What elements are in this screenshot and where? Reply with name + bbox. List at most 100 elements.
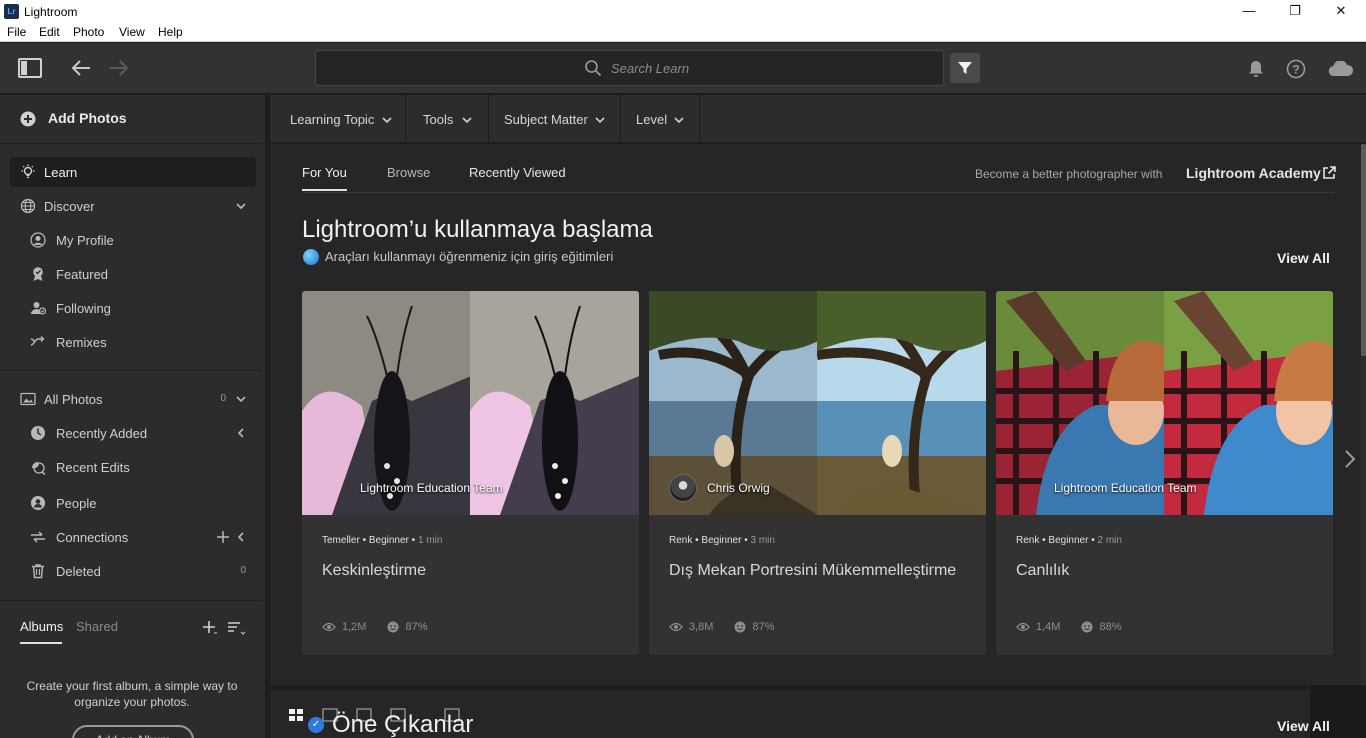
add-album-button[interactable]: Add an Album — [72, 725, 194, 738]
highlights-view-all-button[interactable]: View All — [1277, 718, 1330, 734]
filter-tools[interactable]: Tools — [407, 95, 489, 143]
sort-icon[interactable] — [227, 620, 245, 636]
sidebar-item-learn[interactable]: Learn — [10, 157, 256, 187]
eye-icon — [669, 622, 683, 632]
albums-tabs: Albums Shared — [0, 607, 266, 647]
sidebar-item-connections[interactable]: Connections — [10, 522, 256, 552]
card-topic: Renk — [669, 535, 693, 546]
sidebar-item-label: All Photos — [44, 392, 103, 407]
edit-icon — [32, 462, 46, 475]
sidebar-item-recent-edits[interactable]: Recent Edits — [10, 452, 256, 482]
card-views: 1,2M — [342, 621, 367, 634]
cloud-sync-icon[interactable] — [1328, 61, 1354, 77]
sidebar-item-label: My Profile — [56, 233, 114, 248]
menu-photo[interactable]: Photo — [73, 25, 104, 39]
chevron-left-icon[interactable] — [234, 530, 248, 544]
chevron-down-icon[interactable] — [234, 199, 248, 213]
card-level: Beginner — [701, 535, 742, 546]
menu-help[interactable]: Help — [158, 25, 183, 39]
carousel-next-icon[interactable] — [1340, 447, 1360, 471]
tutorial-card[interactable]: Lightroom Education Team Temeller • Begi… — [302, 291, 639, 655]
chevron-down-icon — [674, 117, 684, 124]
sidebar-item-discover[interactable]: Discover — [10, 191, 256, 221]
highlights-title: Öne Çıkanlar — [332, 711, 474, 738]
chevron-left-icon[interactable] — [234, 426, 248, 440]
minimize-button[interactable]: — — [1226, 0, 1272, 23]
tabs-divider — [302, 192, 1334, 193]
back-arrow-icon[interactable] — [71, 59, 91, 77]
card-title: Keskinleştirme — [322, 562, 427, 579]
menu-edit[interactable]: Edit — [39, 25, 60, 39]
chevron-down-icon — [462, 117, 472, 124]
tutorial-card[interactable]: Chris Orwig Renk • Beginner • 3 min Dış … — [649, 291, 986, 655]
tutorial-card[interactable]: Lightroom Education Team Renk • Beginner… — [996, 291, 1333, 655]
sidebar-item-label: People — [56, 496, 97, 511]
smiley-icon — [1081, 621, 1093, 633]
help-icon[interactable]: ? — [1286, 59, 1306, 79]
maximize-button[interactable]: ❐ — [1272, 0, 1318, 23]
search-box[interactable] — [315, 50, 944, 86]
scrollbar-thumb[interactable] — [1361, 144, 1366, 356]
tab-shared[interactable]: Shared — [76, 619, 118, 634]
menu-file[interactable]: File — [7, 25, 26, 39]
filter-level[interactable]: Level — [622, 95, 700, 143]
sidebar-item-label: Discover — [44, 199, 95, 214]
sidebar-item-following[interactable]: Following — [10, 293, 256, 323]
tab-albums[interactable]: Albums — [20, 619, 63, 634]
filter-bar: Learning Topic Tools Subject Matter Leve… — [270, 95, 1366, 143]
tab-browse[interactable]: Browse — [387, 165, 430, 180]
external-link-icon[interactable] — [1322, 166, 1336, 180]
sidebar-item-remixes[interactable]: Remixes — [10, 327, 256, 357]
sidebar-item-label: Connections — [56, 530, 129, 545]
sidebar-item-label: Featured — [56, 267, 109, 282]
sidebar-item-featured[interactable]: Featured — [10, 259, 256, 289]
notifications-bell-icon[interactable] — [1247, 60, 1265, 78]
card-duration: 2 min — [1097, 535, 1122, 546]
award-icon — [33, 267, 43, 281]
menu-view[interactable]: View — [119, 25, 145, 39]
section-title: Lightroom’u kullanmaya başlama — [302, 216, 653, 243]
search-icon — [585, 60, 602, 77]
add-album-icon[interactable] — [202, 620, 218, 636]
view-all-button[interactable]: View All — [1277, 250, 1330, 266]
sidebar-item-label: Following — [56, 301, 111, 316]
close-button[interactable]: ✕ — [1318, 0, 1364, 23]
chevron-down-icon[interactable] — [234, 392, 248, 406]
top-toolbar: ? — [0, 43, 1366, 94]
card-author[interactable]: Lightroom Education Team — [360, 481, 503, 495]
filter-button[interactable] — [950, 53, 980, 83]
card-author[interactable]: Lightroom Education Team — [1054, 481, 1197, 495]
funnel-icon — [958, 62, 972, 74]
tab-recently-viewed[interactable]: Recently Viewed — [469, 165, 566, 180]
tab-for-you[interactable]: For You — [302, 165, 347, 180]
sidebar-item-recently-added[interactable]: Recently Added — [10, 418, 256, 448]
card-author[interactable]: Chris Orwig — [707, 481, 770, 495]
sidebar-item-label: Learn — [44, 165, 78, 180]
lightroom-academy-link[interactable]: Lightroom Academy — [1186, 165, 1321, 181]
search-input[interactable] — [611, 57, 911, 79]
filter-label: Learning Topic — [290, 112, 375, 127]
add-photos-button[interactable]: Add Photos — [0, 95, 266, 142]
following-icon — [31, 302, 46, 315]
chevron-down-icon — [595, 117, 605, 124]
card-meta: Renk • Beginner • 3 min — [669, 535, 775, 546]
add-connection-icon[interactable] — [216, 530, 230, 544]
panel-toggle-icon[interactable] — [18, 58, 42, 78]
sidebar: Add Photos Learn Discover My Profile Fea… — [0, 95, 266, 738]
add-circle-icon — [20, 111, 36, 127]
filter-label: Level — [636, 112, 668, 127]
sidebar-item-deleted[interactable]: Deleted 0 — [10, 556, 256, 586]
filter-label: Subject Matter — [504, 112, 588, 127]
window-title: Lightroom — [24, 5, 78, 19]
grid-view-icon[interactable] — [288, 708, 304, 722]
filter-subject-matter[interactable]: Subject Matter — [490, 95, 621, 143]
sidebar-item-my-profile[interactable]: My Profile — [10, 225, 256, 255]
sidebar-item-people[interactable]: People — [10, 488, 256, 518]
forward-arrow-icon[interactable] — [109, 59, 129, 77]
card-topic: Temeller — [322, 535, 360, 546]
sidebar-item-all-photos[interactable]: All Photos 0 — [10, 384, 256, 414]
menu-bar: File Edit Photo View Help — [0, 23, 1366, 42]
avatar[interactable] — [669, 474, 697, 502]
smiley-icon — [387, 621, 399, 633]
filter-learning-topic[interactable]: Learning Topic — [270, 95, 406, 143]
